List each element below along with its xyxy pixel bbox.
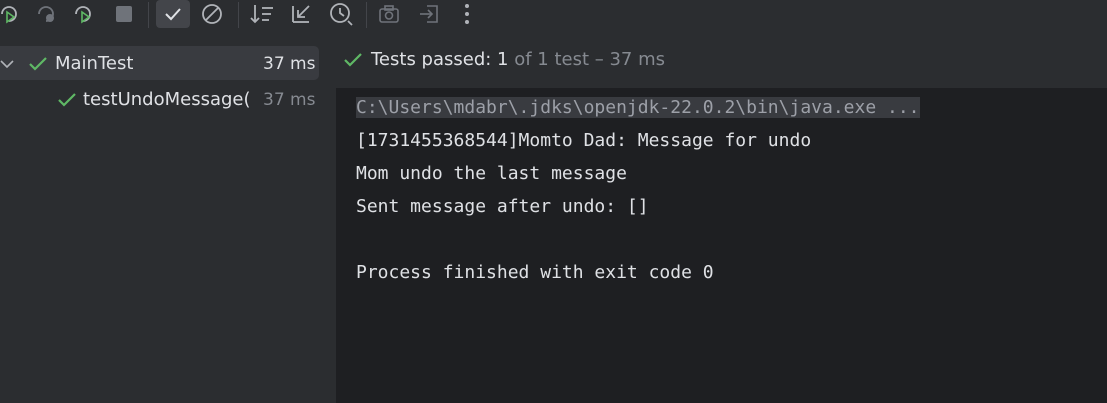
sort-by-duration-icon	[330, 3, 353, 26]
collapse-all-button[interactable]	[288, 0, 314, 28]
status-suffix: of 1 test – 37 ms	[508, 49, 666, 70]
show-passed-icon	[165, 8, 181, 21]
tree-root-label: MainTest	[55, 53, 134, 74]
stop-button[interactable]	[112, 0, 136, 28]
console-line: Mom undo the last message	[356, 163, 627, 184]
console-command-line[interactable]: C:\Users\mdabr\.jdks\openjdk-22.0.2\bin\…	[356, 97, 920, 118]
rerun-failed-icon	[38, 6, 54, 22]
tree-root-duration: 37 ms	[263, 54, 316, 74]
import-tests-button[interactable]	[416, 0, 442, 28]
screenshot-icon	[379, 5, 399, 23]
more-options-icon	[465, 4, 469, 24]
tests-passed-icon	[344, 53, 362, 67]
console-line: [1731455368544]Momto Dad: Message for un…	[356, 130, 812, 151]
console-line: Sent message after undo: []	[356, 196, 649, 217]
toolbar-separator	[238, 2, 239, 28]
sort-alphabetically-icon	[250, 5, 273, 24]
screenshot-button[interactable]	[376, 0, 402, 28]
collapse-all-icon	[292, 5, 310, 23]
chevron-down-icon[interactable]	[0, 57, 14, 71]
stop-icon	[116, 6, 132, 22]
test-runner-toolbar	[0, 0, 1107, 28]
toolbar-separator	[148, 2, 149, 28]
show-ignored-icon	[202, 4, 222, 24]
more-options-button[interactable]	[456, 0, 478, 28]
rerun-button[interactable]	[0, 0, 22, 28]
toolbar-separator	[366, 2, 367, 28]
test-passed-icon	[58, 93, 76, 107]
show-ignored-toggle[interactable]	[198, 0, 226, 28]
tree-child-duration: 37 ms	[263, 90, 316, 110]
test-results-tree	[0, 28, 336, 403]
status-prefix: Tests passed:	[371, 49, 498, 70]
toggle-auto-test-button[interactable]	[71, 0, 97, 28]
tree-row-testundomessage[interactable]: testUndoMessage(	[83, 88, 257, 114]
tree-child-label: testUndoMessage(	[83, 89, 251, 110]
sort-alphabetically-button[interactable]	[248, 0, 276, 28]
rerun-failed-button[interactable]	[34, 0, 58, 28]
import-tests-icon	[420, 5, 438, 23]
toggle-auto-test-icon	[75, 6, 91, 24]
rerun-icon	[1, 6, 17, 24]
status-count: 1	[497, 49, 509, 70]
tests-status-text: Tests passed: 1 of 1 test – 37 ms	[371, 49, 665, 70]
console-exit-line: Process finished with exit code 0	[356, 262, 714, 283]
sort-by-duration-button[interactable]	[327, 0, 355, 28]
test-passed-icon	[29, 57, 47, 71]
show-passed-toggle[interactable]	[156, 0, 190, 28]
